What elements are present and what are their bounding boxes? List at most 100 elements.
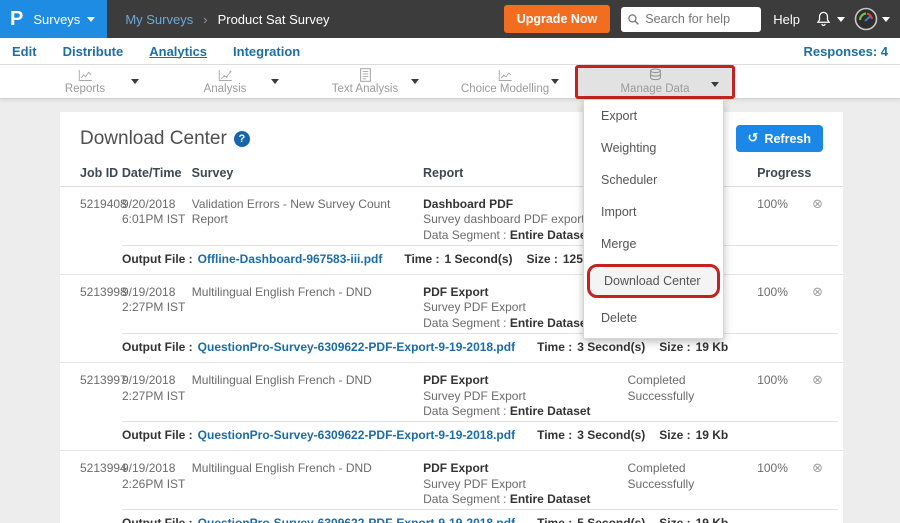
analytics-toolbar: Reports Analysis Text Analysis Choice Mo… (0, 65, 900, 99)
output-file-label: Output File : (122, 428, 193, 442)
bell-icon (814, 10, 833, 29)
table-header: Job ID Date/Time Survey Report Progress (60, 161, 843, 187)
main-area: Download Center ? ↺ Refresh Job ID Date/… (0, 99, 900, 523)
menu-item-export[interactable]: Export (584, 100, 723, 132)
card-header: Download Center ? ↺ Refresh (60, 112, 843, 161)
table-row: 5213994 9/19/2018 2:26PM IST Multilingua… (60, 451, 843, 523)
toolbar-manage-data[interactable]: Manage Data (575, 65, 735, 99)
nav-analytics[interactable]: Analytics (149, 44, 207, 59)
report-name: PDF Export (423, 373, 617, 388)
output-file-link[interactable]: QuestionPro-Survey-6309622-PDF-Export-9-… (198, 428, 515, 442)
menu-item-delete[interactable]: Delete (584, 302, 723, 334)
nav-integration[interactable]: Integration (233, 44, 300, 59)
table-row: 5219408 9/20/2018 6:01PM IST Validation … (60, 187, 843, 275)
cancel-job-icon[interactable]: ⊗ (812, 285, 823, 300)
breadcrumb-current: Product Sat Survey (218, 12, 330, 27)
toolbar-label: Analysis (204, 83, 247, 95)
menu-item-download-center[interactable]: Download Center (587, 264, 720, 298)
account-menu[interactable] (854, 7, 890, 31)
date-time: 9/20/2018 6:01PM IST (122, 197, 192, 243)
col-job-id: Job ID (80, 166, 122, 180)
chevron-down-icon (882, 17, 890, 22)
top-bar: P Surveys My Surveys › Product Sat Surve… (0, 0, 900, 38)
breadcrumb-my-surveys[interactable]: My Surveys (125, 12, 193, 27)
report-cell: PDF Export Survey PDF Export Data Segmen… (423, 373, 627, 419)
report-desc: Survey PDF Export (423, 477, 617, 492)
output-file-line: Output File : QuestionPro-Survey-6309622… (122, 333, 838, 362)
date-time: 9/19/2018 2:27PM IST (122, 373, 192, 419)
help-search[interactable] (621, 7, 761, 32)
upgrade-now-button[interactable]: Upgrade Now (504, 5, 611, 33)
cancel-job-icon[interactable]: ⊗ (812, 197, 823, 212)
table-row: 5213998 9/19/2018 2:27PM IST Multilingua… (60, 275, 843, 363)
chevron-down-icon (837, 17, 845, 22)
job-id: 5213997 (80, 373, 122, 419)
nav-distribute[interactable]: Distribute (63, 44, 124, 59)
nav-edit[interactable]: Edit (12, 44, 37, 59)
chevron-down-icon (711, 82, 719, 87)
help-badge-icon[interactable]: ? (234, 131, 250, 147)
surveys-menu[interactable]: Surveys (33, 12, 95, 27)
output-file-link[interactable]: QuestionPro-Survey-6309622-PDF-Export-9-… (198, 516, 515, 523)
cancel-job-icon[interactable]: ⊗ (812, 461, 823, 476)
help-link[interactable]: Help (773, 12, 800, 27)
menu-item-scheduler[interactable]: Scheduler (584, 164, 723, 196)
job-id: 5213994 (80, 461, 122, 507)
survey-name: Multilingual English French - DND (192, 373, 423, 419)
progress-value: 100% (757, 197, 799, 243)
chevron-down-icon (411, 79, 419, 84)
progress-value: 100% (757, 285, 799, 331)
col-actions (799, 166, 823, 180)
page-title: Download Center (80, 128, 227, 150)
time-value: 5 Second(s) (577, 516, 645, 523)
progress-value: 100% (757, 373, 799, 419)
survey-name: Validation Errors - New Survey Count Rep… (192, 197, 423, 243)
date-time: 9/19/2018 2:26PM IST (122, 461, 192, 507)
manage-data-menu: Export Weighting Scheduler Import Merge … (583, 99, 724, 339)
chevron-down-icon (271, 79, 279, 84)
progress-value: 100% (757, 461, 799, 507)
toolbar-choice-modelling[interactable]: Choice Modelling (435, 65, 575, 99)
report-name: PDF Export (423, 461, 617, 476)
responses-count[interactable]: Responses: 4 (803, 44, 888, 59)
toolbar-text-analysis[interactable]: Text Analysis (295, 65, 435, 99)
document-icon (359, 68, 372, 82)
col-survey: Survey (192, 166, 423, 180)
notifications-button[interactable] (814, 10, 845, 29)
toolbar-label: Reports (65, 83, 105, 95)
toolbar-label: Text Analysis (332, 83, 398, 95)
output-file-link[interactable]: QuestionPro-Survey-6309622-PDF-Export-9-… (198, 340, 515, 354)
report-desc: Survey PDF Export (423, 389, 617, 404)
status-text: Completed Successfully (628, 373, 758, 419)
menu-item-merge[interactable]: Merge (584, 228, 723, 260)
output-file-link[interactable]: Offline-Dashboard-967583-iii.pdf (198, 252, 383, 266)
refresh-icon: ↺ (748, 131, 759, 146)
toolbar-reports[interactable]: Reports (15, 65, 155, 99)
time-value: 3 Second(s) (577, 340, 645, 354)
time-value: 3 Second(s) (577, 428, 645, 442)
date-time: 9/19/2018 2:27PM IST (122, 285, 192, 331)
cancel-job-icon[interactable]: ⊗ (812, 373, 823, 388)
toolbar-label: Choice Modelling (461, 83, 549, 95)
col-progress: Progress (757, 166, 799, 180)
questionpro-logo: P (10, 8, 23, 31)
menu-item-weighting[interactable]: Weighting (584, 132, 723, 164)
report-cell: PDF Export Survey PDF Export Data Segmen… (423, 461, 627, 507)
toolbar-analysis[interactable]: Analysis (155, 65, 295, 99)
product-switcher[interactable]: P Surveys (0, 0, 107, 38)
breadcrumb: My Surveys › Product Sat Survey (125, 12, 329, 27)
download-center-card: Download Center ? ↺ Refresh Job ID Date/… (60, 112, 843, 523)
menu-item-import[interactable]: Import (584, 196, 723, 228)
size-value: 19 Kb (696, 340, 729, 354)
output-file-line: Output File : QuestionPro-Survey-6309622… (122, 509, 838, 523)
scatter-chart-icon (218, 69, 233, 82)
output-file-line: Output File : Offline-Dashboard-967583-i… (122, 245, 838, 274)
refresh-button[interactable]: ↺ Refresh (736, 125, 823, 152)
chevron-down-icon (551, 79, 559, 84)
breadcrumb-separator-icon: › (203, 12, 207, 27)
avatar (854, 7, 878, 31)
table-row: 5213997 9/19/2018 2:27PM IST Multilingua… (60, 363, 843, 451)
data-segment: Data Segment : Entire Dataset (423, 404, 617, 419)
search-input[interactable] (645, 12, 750, 26)
line-chart-icon (78, 69, 93, 82)
